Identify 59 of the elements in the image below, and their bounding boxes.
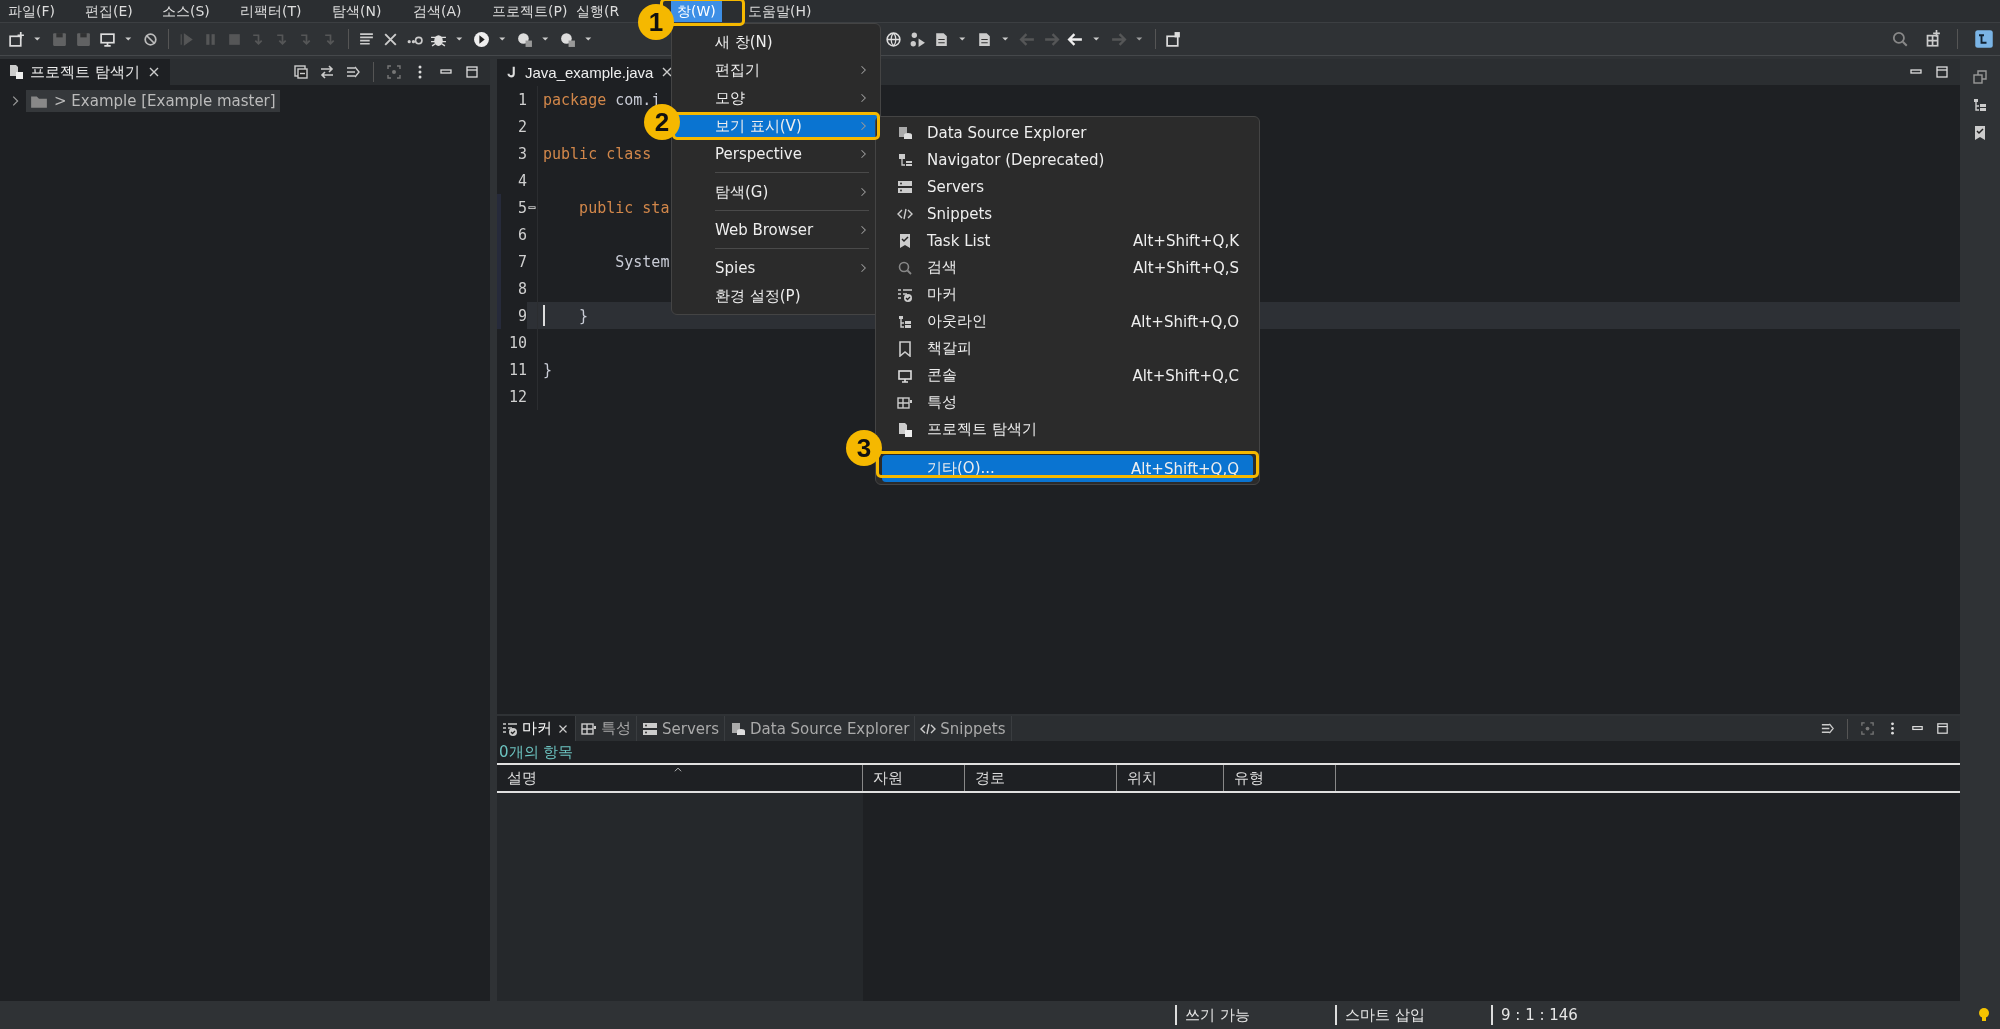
status-field: 스마트 삽입: [1335, 1005, 1491, 1025]
panel-tab[interactable]: Data Source Explorer: [725, 716, 916, 741]
code-text: package: [543, 90, 607, 109]
line-number: 4: [517, 172, 527, 190]
line-number: 2: [517, 118, 527, 136]
panel-tab[interactable]: 프로젝트 탐색기: [0, 59, 170, 85]
line-number: 8: [517, 280, 527, 298]
column-header[interactable]: 위치: [1117, 765, 1224, 791]
code-text: public class: [543, 144, 652, 163]
line-number: 6: [517, 226, 527, 244]
menu-item[interactable]: 검색 Alt+Shift+Q,S: [882, 254, 1253, 281]
code-text: }: [578, 306, 589, 325]
status-field: 쓰기 가능: [1175, 1005, 1335, 1025]
line-number: 12: [508, 388, 527, 406]
menu-item[interactable]: Spies: [675, 254, 877, 282]
menu-item[interactable]: Servers: [882, 173, 1253, 200]
line-number: 3: [517, 145, 527, 163]
menu-item[interactable]: 탐색(G): [675, 178, 877, 206]
line-number: 7: [517, 253, 527, 271]
status-field: 9 : 1 : 146: [1491, 1005, 1941, 1025]
menu-item[interactable]: 탐색(N): [326, 0, 388, 22]
column-header[interactable]: 유형: [1224, 765, 1336, 791]
menu-item[interactable]: 새 창(N): [675, 28, 877, 56]
menu-item[interactable]: 특성: [882, 389, 1253, 416]
menu-item[interactable]: Snippets: [882, 200, 1253, 227]
menu-item[interactable]: Navigator (Deprecated): [882, 146, 1253, 173]
menu-item[interactable]: 리팩터(T): [234, 0, 308, 22]
column-header[interactable]: 자원: [863, 765, 965, 791]
code-text: }: [543, 360, 553, 379]
menu-item[interactable]: 프로젝트 탐색기: [882, 416, 1253, 443]
menu-item[interactable]: 마커: [882, 281, 1253, 308]
panel-tab[interactable]: 특성: [576, 716, 637, 741]
line-number: 5: [517, 199, 527, 217]
menu-item[interactable]: 도움말(H): [742, 0, 818, 22]
line-number: 1: [517, 91, 527, 109]
panel-tab[interactable]: Servers: [637, 716, 725, 741]
menu-item[interactable]: 환경 설정(P): [675, 282, 877, 310]
panel-tab[interactable]: Snippets: [915, 716, 1012, 741]
panel-tab[interactable]: 마커: [497, 716, 576, 741]
menu-item[interactable]: Web Browser: [675, 216, 877, 244]
code-text: public sta: [578, 198, 670, 217]
column-header[interactable]: 설명: [497, 765, 863, 791]
menu-item[interactable]: Task List Alt+Shift+Q,K: [882, 227, 1253, 254]
menu-item[interactable]: 책갈피: [882, 335, 1253, 362]
menu-item[interactable]: 콘솔 Alt+Shift+Q,C: [882, 362, 1253, 389]
menu-item[interactable]: Data Source Explorer: [882, 119, 1253, 146]
line-number: 10: [508, 334, 527, 352]
menu-item[interactable]: 편집(E): [79, 0, 139, 22]
code-text: System: [614, 252, 670, 271]
menu-item[interactable]: 아웃라인 Alt+Shift+Q,O: [882, 308, 1253, 335]
menu-item[interactable]: 검색(A): [407, 0, 468, 22]
column-header[interactable]: 경로: [965, 765, 1117, 791]
line-number: 9: [517, 307, 527, 325]
menu-item[interactable]: Perspective: [675, 140, 877, 168]
tree-item[interactable]: > Example [Example master]: [26, 90, 280, 112]
menu-item[interactable]: 소스(S): [156, 0, 216, 22]
menu-item[interactable]: 파일(F): [2, 0, 61, 22]
item-count: 0개의 항목: [498, 742, 575, 763]
line-number: 11: [508, 361, 527, 379]
